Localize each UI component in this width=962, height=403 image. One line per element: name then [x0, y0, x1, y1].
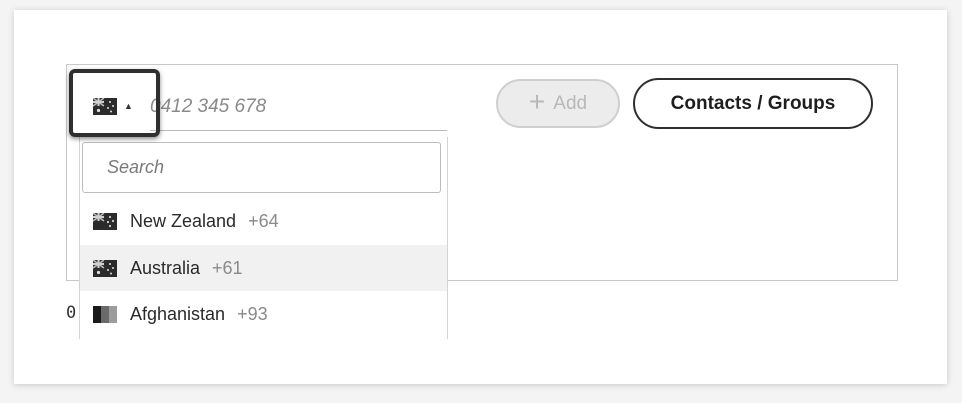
country-option-australia[interactable]: Australia +61	[80, 245, 447, 291]
country-search-input[interactable]	[82, 142, 441, 193]
country-option-afghanistan[interactable]: Afghanistan +93	[80, 291, 447, 337]
australia-flag-icon	[93, 259, 117, 277]
add-button-label: Add	[553, 92, 588, 114]
country-option-new-zealand[interactable]: New Zealand +64	[80, 198, 447, 244]
contacts-groups-label: Contacts / Groups	[670, 92, 836, 114]
dial-code: +93	[237, 303, 268, 324]
plus-icon: +	[528, 86, 546, 117]
dial-code: +61	[212, 257, 243, 278]
country-dropdown: New Zealand +64 Australia +61 Afghanista…	[79, 137, 448, 339]
new-zealand-flag-icon	[93, 212, 117, 230]
dial-code: +64	[248, 210, 279, 231]
add-button[interactable]: + Add	[496, 79, 620, 128]
country-name: New Zealand	[130, 210, 237, 231]
caret-up-icon: ▲	[124, 101, 133, 111]
country-name: Afghanistan	[130, 303, 226, 324]
australia-flag-icon	[93, 98, 117, 115]
afghanistan-flag-icon	[93, 305, 117, 323]
contacts-groups-button[interactable]: Contacts / Groups	[633, 78, 873, 129]
phone-input-underline	[150, 130, 447, 131]
phone-number-input[interactable]	[150, 92, 446, 122]
underlying-text: 0	[66, 303, 77, 323]
country-name: Australia	[130, 257, 201, 278]
